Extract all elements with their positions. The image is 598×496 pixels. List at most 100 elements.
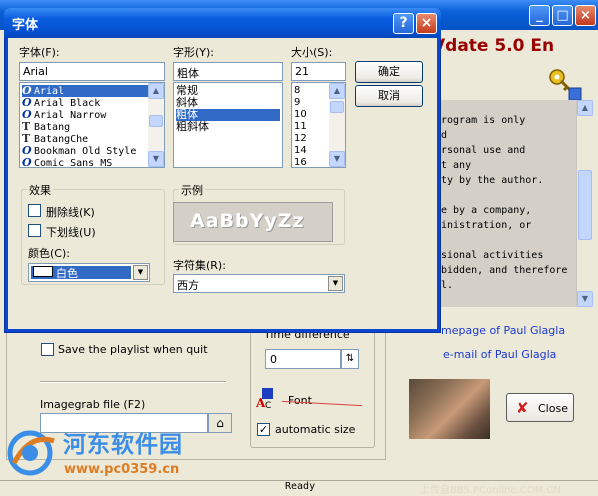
font-icon[interactable]: A C [255,388,282,411]
sample-text: AaBbYyZz [190,210,305,232]
time-difference-input[interactable]: 0 [265,349,341,369]
opentype-font-icon: O [22,156,32,168]
font-list-item-label: Arial [34,86,65,97]
scroll-up-arrow-icon[interactable]: ▲ [329,83,345,99]
homepage-link[interactable]: mepage of Paul Glagla [441,324,565,337]
app-title: Vdate 5.0 En [432,36,555,56]
status-text: Ready [285,481,316,492]
font-name-label: 字体(F): [19,46,60,59]
color-swatch [33,266,53,277]
charset-value: 西方 [177,279,199,292]
font-list-item[interactable]: O Bookman Old Style [22,145,148,158]
charset-select[interactable]: 西方 ▼ [173,274,345,293]
email-link[interactable]: e-mail of Paul Glagla [443,348,556,361]
status-source-text: 上传自BBS.PConline.COM.CN [420,485,561,496]
font-list-item-label: Bookman Old Style [34,146,137,157]
minimize-button[interactable]: _ [529,5,550,26]
info-line: rsonal use and [441,145,526,156]
scroll-thumb[interactable] [578,170,592,240]
author-photo [409,379,490,439]
chevron-down-icon[interactable]: ▼ [133,265,148,280]
scroll-down-arrow-icon[interactable]: ▼ [577,291,593,307]
automatic-size-checkbox[interactable]: ✓ [257,423,270,436]
close-button[interactable]: ✘ Close [506,393,574,422]
scroll-down-arrow-icon[interactable]: ▼ [148,151,164,167]
sample-label: 示例 [179,182,205,198]
font-list-item-label: BatangChe [34,134,89,145]
font-style-list[interactable]: 常规 斜体 粗体 粗斜体 [173,82,283,168]
size-list-item[interactable]: 8 [294,85,328,97]
separator [40,381,226,383]
chevron-down-icon[interactable]: ▼ [328,276,343,291]
font-name-list[interactable]: O Arial O Arial Black O Arial Narrow T Batang T B… [19,82,165,168]
scroll-thumb[interactable] [330,101,344,113]
underline-label: 下划线(U) [46,226,96,239]
font-dialog-titlebar [4,8,441,38]
style-list-item[interactable]: 粗斜体 [176,121,280,133]
color-label: 颜色(C): [28,247,70,260]
font-list-item[interactable]: T BatangChe [22,133,148,146]
automatic-size-label: automatic size [275,423,356,436]
color-value: 白色 [56,267,78,280]
size-list-item[interactable]: 16 [294,157,328,167]
size-list-item[interactable]: 10 [294,109,328,121]
scroll-up-arrow-icon[interactable]: ▲ [577,100,593,116]
size-list-item[interactable]: 14 [294,145,328,157]
help-button[interactable]: ? [393,13,414,34]
watermark-url: www.pc0359.cn [64,462,180,477]
font-list-item[interactable]: O Arial [22,85,148,97]
folder-open-icon[interactable]: ⌂ [208,413,232,433]
ok-button[interactable]: 确定 [355,61,423,83]
effects-label: 效果 [27,182,53,198]
font-style-input[interactable]: 粗体 [173,62,283,81]
font-list-item[interactable]: O Comic Sans MS [22,157,148,168]
license-info-panel: rogram is only d rsonal use and t any ty by … [441,100,576,307]
info-line: e by a company, [441,205,532,216]
info-line: inistration, or [441,220,532,231]
font-size-label: 大小(S): [291,46,333,59]
save-playlist-label: Save the playlist when quit [58,343,208,356]
info-line: l. [441,280,454,291]
font-list-item[interactable]: O Arial Black [22,97,148,110]
info-line: t any [441,160,472,171]
font-style-label: 字形(Y): [173,46,215,59]
close-button-label: Close [538,402,568,415]
strikeout-label: 删除线(K) [46,206,95,219]
font-list-scrollbar[interactable]: ▲ ▼ [148,83,164,167]
font-name-input[interactable]: Arial [19,62,165,81]
font-list-item[interactable]: O Arial Narrow [22,109,148,122]
info-scrollbar[interactable]: ▲ ▼ [576,100,593,307]
size-list-item[interactable]: 12 [294,133,328,145]
info-line: bidden, and therefore [441,265,568,276]
info-line: sional activities [441,250,544,261]
svg-text:C: C [265,401,271,410]
size-list-scrollbar[interactable]: ▲ ▼ [329,83,345,167]
scroll-down-arrow-icon[interactable]: ▼ [329,151,345,167]
underline-checkbox[interactable] [28,224,41,237]
maximize-button[interactable]: □ [552,5,573,26]
cancel-button[interactable]: 取消 [355,85,423,107]
info-line: d [441,130,448,141]
font-list-item-label: Arial Black [34,98,101,109]
scroll-up-arrow-icon[interactable]: ▲ [148,83,164,99]
key-icon [545,66,583,102]
font-list-item-label: Batang [34,122,71,133]
font-dialog-title: 字体 [12,18,39,33]
time-spinner-icon[interactable]: ⇅ [341,349,359,369]
font-list-item-label: Comic Sans MS [34,158,113,168]
charset-label: 字符集(R): [173,259,226,272]
imagegrab-label: Imagegrab file (F2) [40,398,146,411]
font-list-item[interactable]: T Batang [22,121,148,134]
size-list-item[interactable]: 9 [294,97,328,109]
info-line: rogram is only [441,115,526,126]
font-size-input[interactable]: 21 [291,62,346,81]
dialog-close-button[interactable]: × [416,13,437,34]
strikeout-checkbox[interactable] [28,204,41,217]
font-list-item-label: Arial Narrow [34,110,107,121]
watermark-name: 河东软件园 [63,431,183,458]
save-playlist-checkbox[interactable] [41,343,54,356]
size-list-item[interactable]: 11 [294,121,328,133]
window-close-button[interactable]: × [575,5,596,26]
close-x-icon: ✘ [516,399,529,417]
scroll-thumb[interactable] [149,115,163,127]
